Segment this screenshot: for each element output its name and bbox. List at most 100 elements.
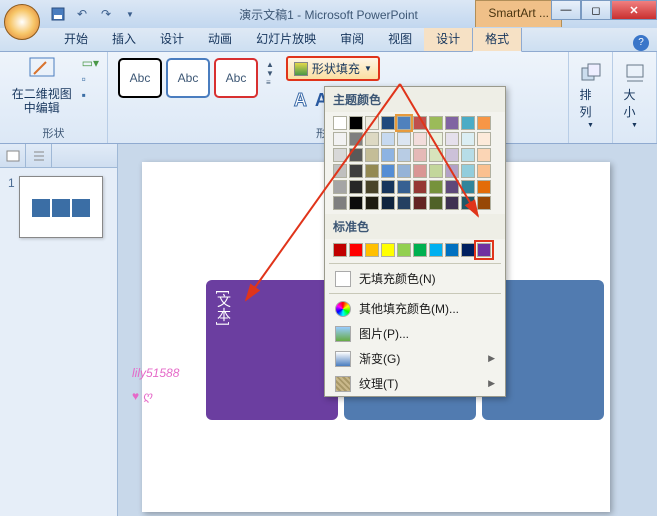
color-swatch[interactable] <box>429 148 443 162</box>
color-swatch[interactable] <box>413 116 427 130</box>
color-swatch[interactable] <box>397 164 411 178</box>
color-swatch[interactable] <box>413 196 427 210</box>
ribbon-tab[interactable]: 设计 <box>148 26 196 51</box>
maximize-button[interactable]: ◻ <box>581 0 611 20</box>
slides-tab-icon[interactable] <box>0 144 26 167</box>
color-swatch[interactable] <box>365 164 379 178</box>
color-swatch[interactable] <box>429 164 443 178</box>
picture-fill-item[interactable]: 图片(P)... <box>325 321 505 346</box>
redo-icon[interactable]: ↷ <box>96 4 116 24</box>
no-fill-item[interactable]: 无填充颜色(N) <box>325 266 505 291</box>
shape-fill-button[interactable]: 形状填充 ▼ <box>286 56 380 81</box>
wordart-a-icon[interactable]: A <box>294 90 307 111</box>
more-colors-item[interactable]: 其他填充颜色(M)... <box>325 296 505 321</box>
color-swatch[interactable] <box>397 148 411 162</box>
color-swatch[interactable] <box>445 132 459 146</box>
color-swatch[interactable] <box>349 132 363 146</box>
ribbon-tab[interactable]: 动画 <box>196 26 244 51</box>
color-swatch[interactable] <box>365 148 379 162</box>
color-swatch[interactable] <box>365 196 379 210</box>
color-swatch[interactable] <box>333 180 347 194</box>
ribbon-tab[interactable]: 审阅 <box>328 26 376 51</box>
color-swatch[interactable] <box>429 196 443 210</box>
color-swatch[interactable] <box>413 180 427 194</box>
color-swatch[interactable] <box>413 148 427 162</box>
color-swatch[interactable] <box>349 180 363 194</box>
color-swatch[interactable] <box>333 148 347 162</box>
outline-tab-icon[interactable] <box>26 144 52 167</box>
color-swatch[interactable] <box>381 180 395 194</box>
color-swatch[interactable] <box>445 116 459 130</box>
color-swatch[interactable] <box>349 196 363 210</box>
ribbon-tab[interactable]: 视图 <box>376 26 424 51</box>
color-swatch[interactable] <box>413 243 427 257</box>
color-swatch[interactable] <box>477 196 491 210</box>
minimize-button[interactable]: — <box>551 0 581 20</box>
edit-2d-button[interactable]: 在二维视图中编辑 <box>8 56 76 116</box>
color-swatch[interactable] <box>461 196 475 210</box>
color-swatch[interactable] <box>477 180 491 194</box>
size-button[interactable]: 大小 ▼ <box>620 56 650 129</box>
color-swatch[interactable] <box>397 180 411 194</box>
change-shape-icon[interactable]: ▭▾ <box>82 56 99 70</box>
color-swatch[interactable] <box>429 180 443 194</box>
color-swatch[interactable] <box>477 164 491 178</box>
color-swatch[interactable] <box>461 180 475 194</box>
color-swatch[interactable] <box>365 243 379 257</box>
color-swatch[interactable] <box>333 164 347 178</box>
color-swatch[interactable] <box>429 132 443 146</box>
ribbon-tab[interactable]: 格式 <box>472 25 522 52</box>
save-icon[interactable] <box>48 4 68 24</box>
color-swatch[interactable] <box>381 196 395 210</box>
color-swatch[interactable] <box>333 116 347 130</box>
color-swatch[interactable] <box>461 164 475 178</box>
color-swatch[interactable] <box>445 148 459 162</box>
smaller-icon[interactable]: ▪ <box>82 88 99 102</box>
arrange-button[interactable]: 排列 ▼ <box>576 56 606 129</box>
larger-icon[interactable]: ▫ <box>82 72 99 86</box>
color-swatch[interactable] <box>445 196 459 210</box>
color-swatch[interactable] <box>365 180 379 194</box>
color-swatch[interactable] <box>349 148 363 162</box>
color-swatch[interactable] <box>397 116 411 130</box>
texture-fill-item[interactable]: 纹理(T) ▶ <box>325 371 505 396</box>
qat-dropdown-icon[interactable]: ▼ <box>120 4 140 24</box>
color-swatch[interactable] <box>461 132 475 146</box>
color-swatch[interactable] <box>349 116 363 130</box>
color-swatch[interactable] <box>477 116 491 130</box>
color-swatch[interactable] <box>477 148 491 162</box>
ribbon-tab[interactable]: 开始 <box>52 26 100 51</box>
color-swatch[interactable] <box>381 116 395 130</box>
color-swatch[interactable] <box>349 243 363 257</box>
color-swatch[interactable] <box>461 148 475 162</box>
color-swatch[interactable] <box>365 132 379 146</box>
color-swatch[interactable] <box>381 164 395 178</box>
office-button[interactable] <box>4 4 40 40</box>
color-swatch[interactable] <box>381 243 395 257</box>
color-swatch[interactable] <box>413 164 427 178</box>
close-button[interactable]: ✕ <box>611 0 657 20</box>
color-swatch[interactable] <box>333 243 347 257</box>
color-swatch[interactable] <box>365 116 379 130</box>
help-icon[interactable]: ? <box>633 35 649 51</box>
color-swatch[interactable] <box>429 243 443 257</box>
color-swatch[interactable] <box>413 132 427 146</box>
shape-style-swatch[interactable]: Abc <box>166 58 210 98</box>
color-swatch[interactable] <box>477 132 491 146</box>
color-swatch[interactable] <box>333 132 347 146</box>
color-swatch[interactable] <box>381 132 395 146</box>
smartart-block-1[interactable]: [文本] <box>206 280 338 420</box>
shape-style-swatch[interactable]: Abc <box>118 58 162 98</box>
color-swatch[interactable] <box>445 180 459 194</box>
slide-thumbnail[interactable]: 1 <box>0 168 117 246</box>
color-swatch[interactable] <box>445 243 459 257</box>
color-swatch[interactable] <box>461 116 475 130</box>
color-swatch[interactable] <box>461 243 475 257</box>
color-swatch[interactable] <box>397 243 411 257</box>
color-swatch[interactable] <box>429 116 443 130</box>
ribbon-tab[interactable]: 幻灯片放映 <box>244 26 328 51</box>
shape-style-gallery[interactable]: Abc Abc Abc <box>116 56 260 100</box>
gallery-scroll[interactable]: ▲▼≡ <box>266 56 274 87</box>
color-swatch[interactable] <box>349 164 363 178</box>
ribbon-tab[interactable]: 设计 <box>424 26 472 51</box>
